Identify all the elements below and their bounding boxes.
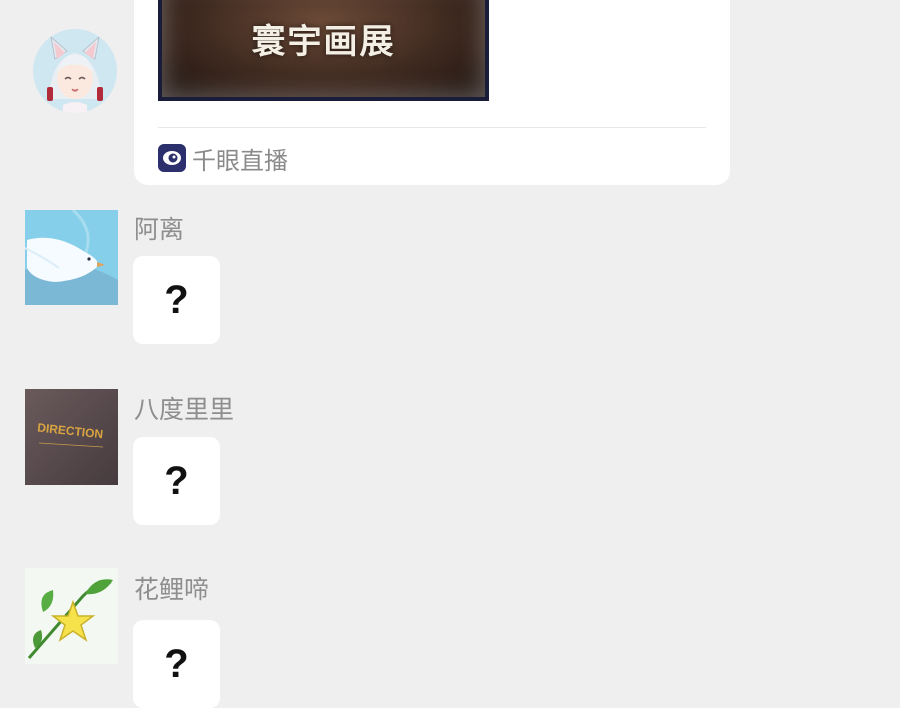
- message-bubble[interactable]: ?: [133, 256, 220, 344]
- stream-cover-image[interactable]: 寰宇画展: [158, 0, 489, 101]
- eye-icon: [158, 144, 186, 172]
- card-divider: [158, 127, 706, 128]
- message-text: ?: [164, 458, 189, 503]
- message-text: ?: [164, 641, 189, 686]
- avatar-user-2[interactable]: DIRECTION: [25, 389, 118, 485]
- avatar-user-3[interactable]: [25, 568, 118, 664]
- message-bubble[interactable]: ?: [133, 620, 220, 708]
- cover-title: 寰宇画展: [251, 22, 396, 62]
- anime-girl-icon: [33, 29, 117, 113]
- username: 八度里里: [134, 395, 235, 424]
- shared-stream-card[interactable]: 寰宇画展 千眼直播: [134, 0, 730, 185]
- bird-icon: [25, 210, 118, 305]
- sender-avatar[interactable]: [33, 29, 117, 113]
- username: 阿离: [134, 215, 185, 244]
- username: 花鲤啼: [134, 575, 210, 604]
- source-label: 千眼直播: [192, 146, 288, 175]
- avatar-user-1[interactable]: [25, 210, 118, 305]
- message-text: ?: [164, 277, 189, 322]
- card-source[interactable]: 千眼直播: [158, 143, 288, 175]
- direction-book-icon: DIRECTION: [25, 389, 118, 485]
- star-leaf-icon: [25, 568, 118, 664]
- message-bubble[interactable]: ?: [133, 437, 220, 525]
